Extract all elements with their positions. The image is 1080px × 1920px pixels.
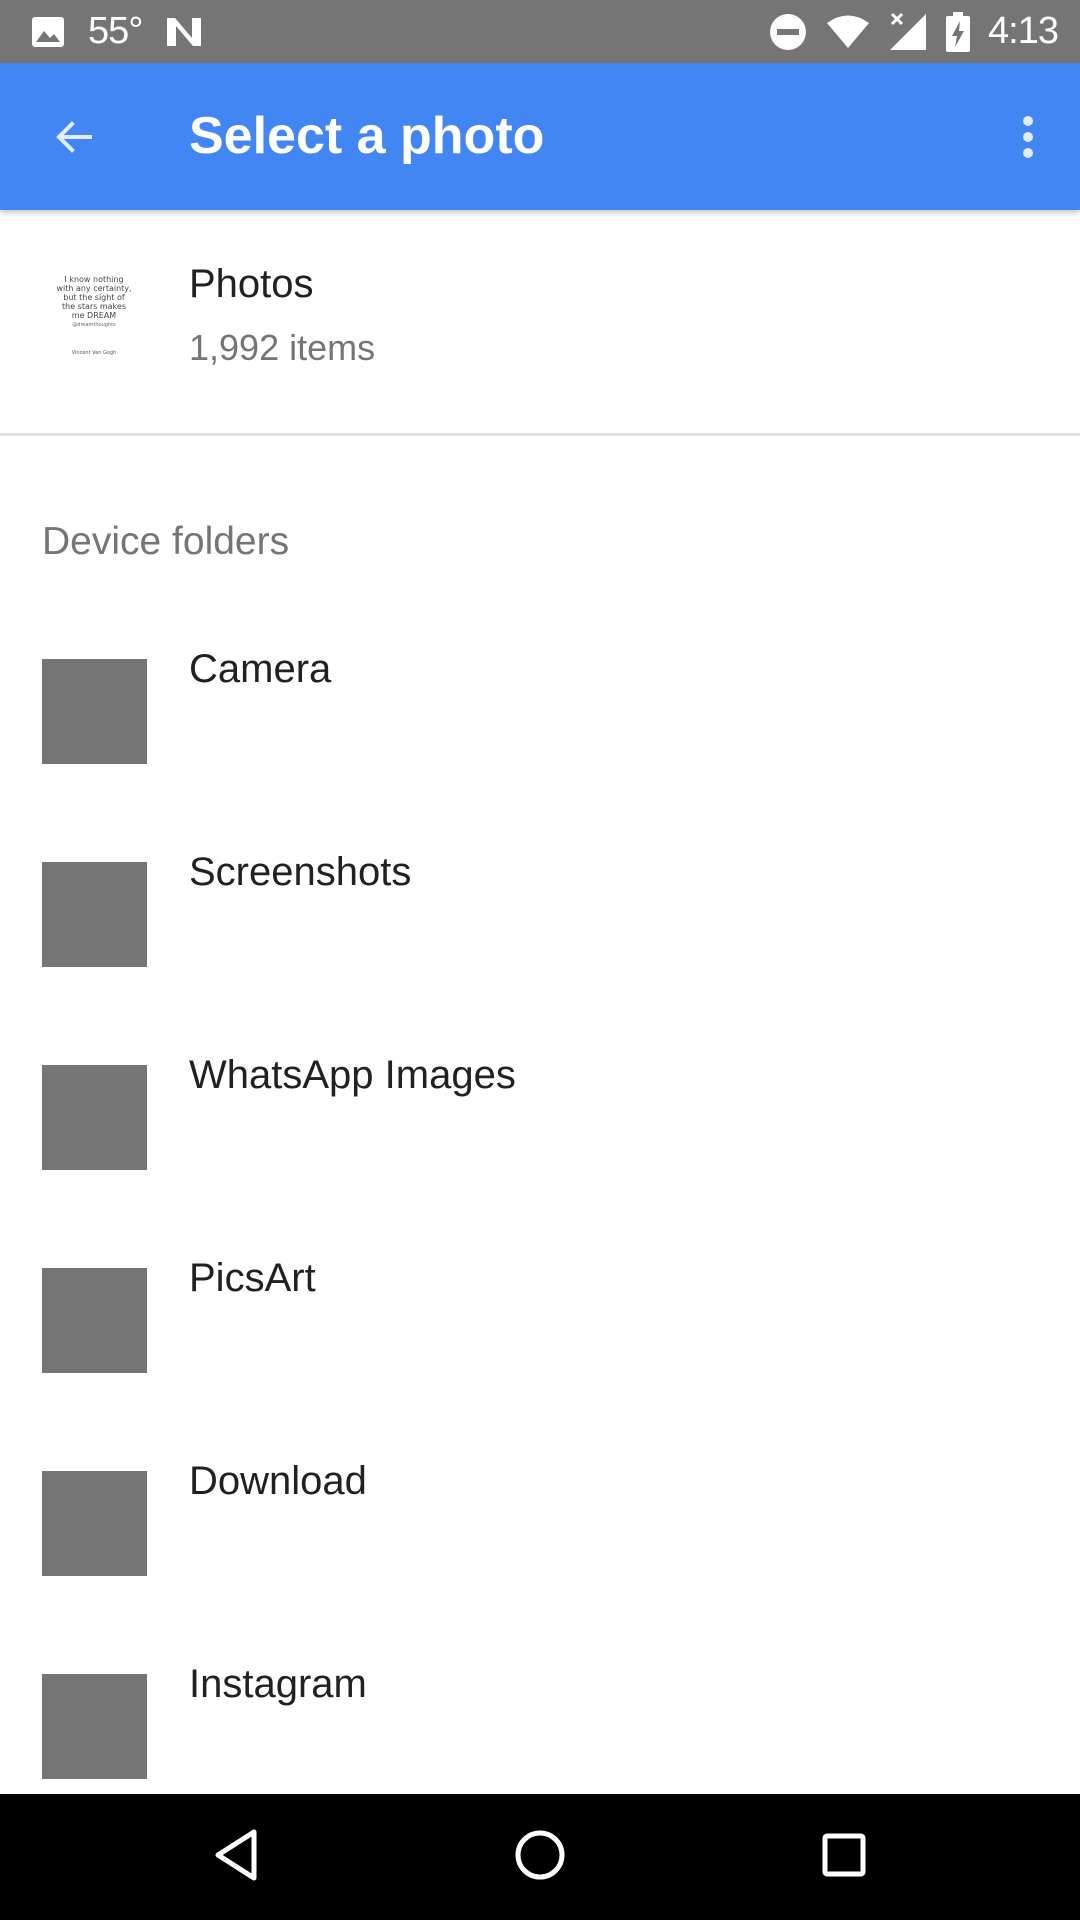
temperature-text: 55° xyxy=(88,10,143,52)
app-bar: Select a photo xyxy=(0,63,1080,210)
thumbnail-quote-line: the stars makes xyxy=(61,302,126,311)
screen: 55° 4:13 Select a photo I know nothing w… xyxy=(0,0,1080,1920)
wifi-icon xyxy=(826,14,870,50)
device-folders-header: Device folders xyxy=(42,520,290,563)
folder-label: Instagram xyxy=(189,1662,367,1706)
back-button[interactable] xyxy=(34,103,114,175)
back-triangle-icon xyxy=(212,1828,262,1887)
battery-charging-icon xyxy=(946,11,971,52)
status-bar: 55° 4:13 xyxy=(0,0,1080,63)
system-nav-bar xyxy=(0,1794,1080,1920)
album-item-count: 1,992 items xyxy=(189,327,376,368)
nav-back-button[interactable] xyxy=(192,1812,282,1902)
home-circle-icon xyxy=(513,1828,567,1887)
divider xyxy=(0,433,1080,436)
clock-text: 4:13 xyxy=(988,10,1059,52)
folder-item-camera[interactable]: Camera xyxy=(0,617,1080,820)
folder-thumbnail xyxy=(42,862,147,967)
thumbnail-quote-line: me DREAM xyxy=(71,311,117,320)
image-icon xyxy=(30,14,66,50)
thumbnail-quote-line: with any certainty, xyxy=(56,284,132,293)
folder-thumbnail xyxy=(42,1065,147,1170)
more-options-button[interactable] xyxy=(992,99,1064,179)
arrow-back-icon xyxy=(50,113,98,166)
status-bar-left: 55° xyxy=(30,0,204,63)
status-bar-right: 4:13 xyxy=(768,0,1059,63)
photos-thumbnail: I know nothing with any certainty, but t… xyxy=(42,258,146,362)
folder-label: WhatsApp Images xyxy=(189,1053,516,1097)
folder-label: PicsArt xyxy=(189,1256,316,1300)
album-title: Photos xyxy=(189,262,314,306)
nav-recents-button[interactable] xyxy=(799,1812,889,1902)
recents-square-icon xyxy=(819,1830,869,1885)
signal-icon xyxy=(888,12,928,52)
folder-item-picsart[interactable]: PicsArt xyxy=(0,1226,1080,1429)
photos-album-item[interactable]: I know nothing with any certainty, but t… xyxy=(0,210,1080,434)
thumbnail-signature: @dreamthoughts xyxy=(72,322,116,328)
folder-label: Screenshots xyxy=(189,850,412,894)
nfc-n-icon xyxy=(164,14,204,50)
folder-thumbnail xyxy=(42,659,147,764)
page-title: Select a photo xyxy=(189,107,545,165)
nav-home-button[interactable] xyxy=(495,1812,585,1902)
thumbnail-author: Vincent Van Gogh xyxy=(71,350,117,356)
folder-thumbnail xyxy=(42,1471,147,1576)
folder-thumbnail xyxy=(42,1674,147,1779)
folder-item-download[interactable]: Download xyxy=(0,1429,1080,1632)
folder-item-screenshots[interactable]: Screenshots xyxy=(0,820,1080,1023)
folder-label: Download xyxy=(189,1459,367,1503)
do-not-disturb-icon xyxy=(768,12,808,52)
folder-thumbnail xyxy=(42,1268,147,1373)
folder-item-whatsapp-images[interactable]: WhatsApp Images xyxy=(0,1023,1080,1226)
thumbnail-quote-line: I know nothing xyxy=(64,275,124,284)
folder-label: Camera xyxy=(189,647,332,691)
folder-item-instagram[interactable]: Instagram xyxy=(0,1632,1080,1794)
thumbnail-quote-line: but the sight of xyxy=(63,293,125,302)
more-vert-icon xyxy=(1020,115,1036,164)
